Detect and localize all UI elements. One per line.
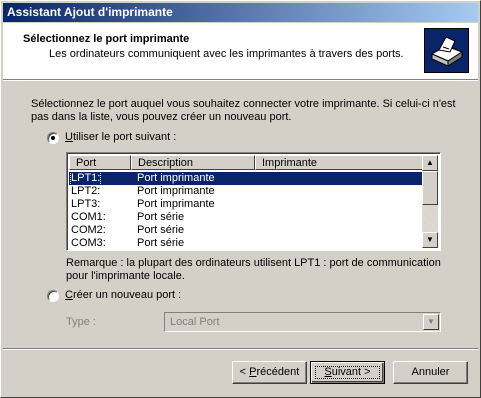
scrollbar-thumb[interactable] xyxy=(422,171,438,205)
focus-rect xyxy=(315,366,380,379)
back-button[interactable]: < Précédent xyxy=(232,361,307,384)
header-separator xyxy=(3,80,478,81)
description-cell: Port série xyxy=(137,211,185,223)
page-subtitle: Les ordinateurs communiquent avec les im… xyxy=(49,48,404,60)
port-cell: COM3: xyxy=(71,237,106,249)
table-row[interactable]: COM3: Port série xyxy=(69,237,424,250)
type-label: Type : xyxy=(66,316,96,328)
port-cell: LPT2: xyxy=(71,185,101,197)
port-cell: LPT1: xyxy=(69,171,102,186)
use-existing-port-radio[interactable] xyxy=(47,132,59,144)
port-cell: COM1: xyxy=(71,211,106,223)
description-cell: Port imprimante xyxy=(137,198,215,210)
remark-text: Remarque : la plupart des ordinateurs ut… xyxy=(66,257,441,282)
table-row[interactable]: LPT3: Port imprimante xyxy=(69,198,424,211)
window-title: Assistant Ajout d'imprimante xyxy=(7,5,173,19)
table-row[interactable]: LPT1: Port imprimante xyxy=(69,171,424,186)
description-cell: Port série xyxy=(137,224,185,236)
ports-list-header: Port Description Imprimante xyxy=(69,155,424,170)
column-description[interactable]: Description xyxy=(131,155,255,170)
table-row[interactable]: COM2: Port série xyxy=(69,224,424,237)
description-cell: Port série xyxy=(137,237,185,249)
scroll-down-arrow-icon[interactable]: ▼ xyxy=(422,232,438,248)
ports-list[interactable]: Port Description Imprimante LPT1: Port i… xyxy=(66,152,441,251)
wizard-header: Sélectionnez le port imprimante Les ordi… xyxy=(3,23,478,80)
port-cell: LPT3: xyxy=(71,198,101,210)
ports-list-scrollbar[interactable]: ▲ ▼ xyxy=(422,155,438,248)
table-row[interactable]: COM1: Port série xyxy=(69,211,424,224)
port-type-select[interactable]: Local Port ▼ xyxy=(164,312,441,332)
printer-wizard-icon xyxy=(424,28,469,73)
page-title: Sélectionnez le port imprimante xyxy=(23,33,190,45)
port-type-value: Local Port xyxy=(170,316,220,328)
add-printer-wizard-window: Assistant Ajout d'imprimante Sélectionne… xyxy=(0,0,481,398)
use-existing-port-label[interactable]: Utiliser le port suivant : xyxy=(65,131,176,143)
radio-dot xyxy=(51,136,55,140)
description-cell: Port imprimante xyxy=(137,172,215,184)
chevron-down-icon[interactable]: ▼ xyxy=(423,314,439,330)
create-new-port-radio[interactable] xyxy=(47,290,59,302)
column-printer[interactable]: Imprimante xyxy=(255,155,424,170)
description-cell: Port imprimante xyxy=(137,185,215,197)
column-port[interactable]: Port xyxy=(69,155,131,170)
footer-separator xyxy=(3,348,478,350)
title-bar[interactable]: Assistant Ajout d'imprimante xyxy=(3,3,478,22)
cancel-button[interactable]: Annuler xyxy=(393,361,468,384)
create-new-port-label[interactable]: Créer un nouveau port : xyxy=(65,289,181,301)
next-button[interactable]: Suivant > xyxy=(310,361,385,384)
table-row[interactable]: LPT2: Port imprimante xyxy=(69,185,424,198)
port-cell: COM2: xyxy=(71,224,106,236)
scroll-up-arrow-icon[interactable]: ▲ xyxy=(422,155,438,171)
intro-text: Sélectionnez le port auquel vous souhait… xyxy=(31,98,456,123)
